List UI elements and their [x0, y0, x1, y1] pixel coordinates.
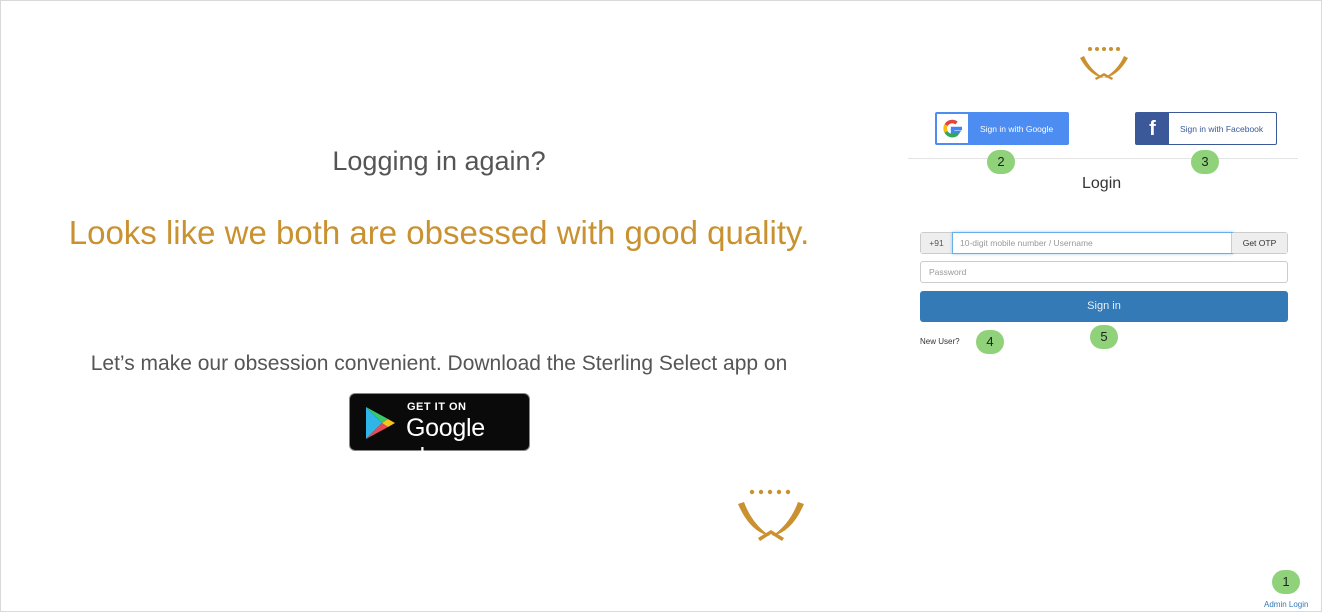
google-play-icon — [366, 407, 395, 439]
download-text: Let’s make our obsession convenient. Dow… — [90, 352, 788, 375]
google-play-badge[interactable]: GET IT ON Google play — [349, 393, 530, 471]
mobile-input-group: +91 10-digit mobile number / Username Ge… — [920, 232, 1288, 254]
new-user-link[interactable]: New User? — [920, 337, 960, 346]
sign-in-button[interactable]: Sign in — [920, 291, 1288, 322]
country-code: +91 — [921, 233, 953, 253]
divider — [908, 158, 1298, 159]
logging-in-heading: Logging in again? — [332, 146, 546, 176]
facebook-f-icon: f — [1136, 113, 1169, 144]
password-input[interactable]: Password — [920, 261, 1288, 283]
google-play-big-text: Google play — [406, 414, 485, 471]
mobile-input[interactable]: 10-digit mobile number / Username — [952, 232, 1233, 254]
facebook-signin-label: Sign in with Facebook — [1180, 124, 1264, 134]
login-title: Login — [1082, 175, 1122, 192]
google-signin-label: Sign in with Google — [980, 124, 1054, 134]
badge-5: 5 — [1090, 325, 1118, 349]
badge-3: 3 — [1191, 150, 1219, 174]
admin-login-link[interactable]: Admin Login — [1264, 600, 1308, 609]
badge-2: 2 — [987, 150, 1015, 174]
google-signin-button[interactable]: Sign in with Google — [935, 112, 1069, 145]
google-play-top-text: GET IT ON — [407, 401, 467, 413]
laurel-logo-icon — [1080, 47, 1128, 80]
facebook-signin-button[interactable]: f Sign in with Facebook — [1135, 112, 1277, 145]
google-g-icon — [937, 114, 968, 143]
badge-1: 1 — [1272, 570, 1300, 594]
get-otp-button[interactable]: Get OTP — [1231, 233, 1287, 253]
tagline: Looks like we both are obsessed with goo… — [68, 214, 810, 251]
badge-4: 4 — [976, 330, 1004, 354]
laurel-logo-icon — [738, 489, 804, 541]
